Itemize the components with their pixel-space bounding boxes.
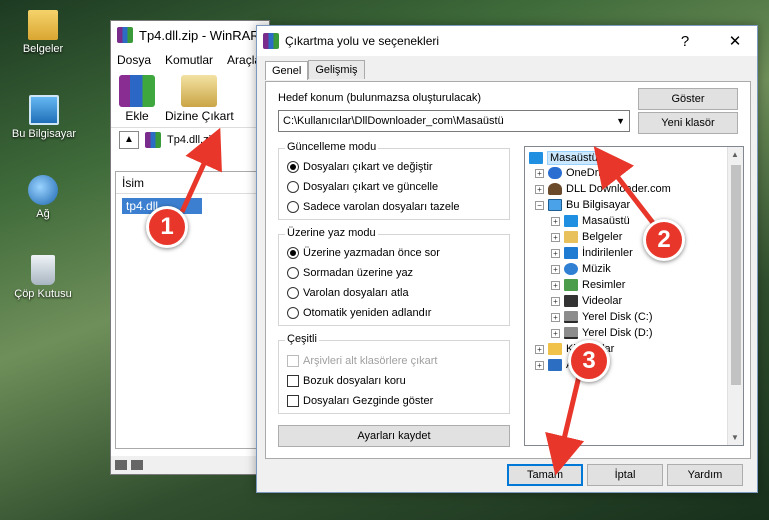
arrow-step-1 [179, 127, 222, 214]
arrow-step-3 [545, 371, 585, 476]
arrow-step-2 [593, 146, 659, 230]
step-badge-2: 2 [643, 219, 685, 261]
step-badge-1: 1 [146, 206, 188, 248]
annotation-arrows [179, 127, 659, 476]
step-badge-3: 3 [568, 340, 610, 382]
